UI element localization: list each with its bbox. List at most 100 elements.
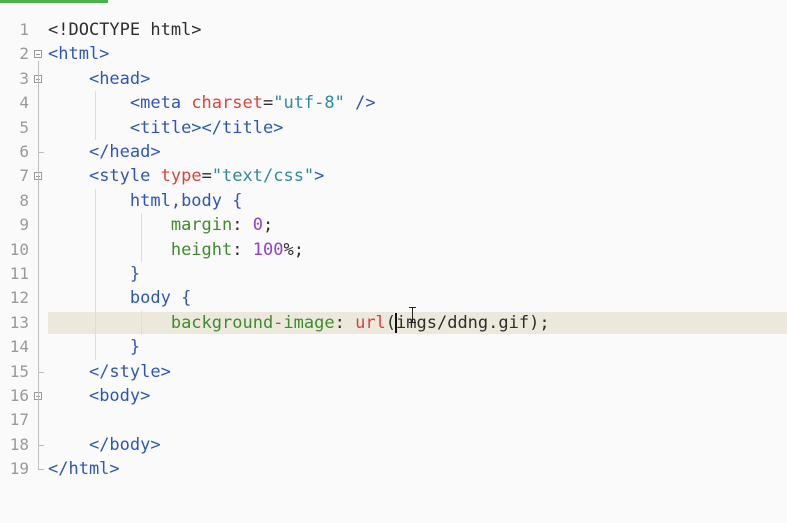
code-line[interactable]: 16 <body>: [0, 384, 787, 408]
code-token: <body>: [88, 386, 151, 406]
code-line[interactable]: 17: [0, 408, 787, 432]
code-token: ;: [262, 215, 274, 236]
code-text[interactable]: <html>: [48, 42, 109, 66]
code-token: >: [314, 166, 325, 187]
code-line[interactable]: 2 <html>: [0, 42, 787, 66]
indent-guide: [141, 310, 143, 336]
indent-guide: [141, 213, 143, 262]
line-number: 19: [9, 459, 29, 479]
code-line[interactable]: 12 body {: [0, 286, 787, 310]
code-text[interactable]: <head>: [48, 67, 150, 91]
indent-guide: [95, 188, 97, 360]
code-line[interactable]: 8 html,body {: [0, 189, 787, 213]
code-editor[interactable]: 1 <!DOCTYPE html> 2 <html> 3 <head> 4 <meta c…: [0, 0, 787, 523]
code-text[interactable]: </body>: [48, 433, 161, 457]
code-text[interactable]: margin: 0;: [48, 213, 273, 237]
line-number: 12: [9, 288, 29, 308]
code-line[interactable]: 9 margin: 0;: [0, 213, 787, 237]
indent-guide: [95, 91, 97, 140]
code-text[interactable]: </head>: [48, 140, 161, 164]
code-token: <meta: [129, 93, 192, 114]
code-token: </style>: [88, 361, 171, 382]
line-number: 8: [19, 190, 29, 210]
code-token: </html>: [48, 459, 120, 480]
code-line[interactable]: 1 <!DOCTYPE html>: [0, 18, 787, 42]
code-line[interactable]: 14 }: [0, 335, 787, 359]
code-token: <title></title>: [129, 117, 284, 138]
code-token: "text/css": [211, 166, 315, 187]
line-number: 6: [19, 142, 29, 161]
code-text[interactable]: height: 100%;: [48, 238, 304, 262]
code-text[interactable]: <body>: [48, 384, 150, 408]
code-text[interactable]: body {: [48, 286, 191, 310]
code-token: :: [334, 312, 356, 333]
code-token: <html>: [48, 44, 110, 65]
line-number: 4: [19, 93, 29, 113]
line-number: 3: [19, 68, 29, 88]
code-line[interactable]: 18 </body>: [0, 433, 787, 457]
line-number: 10: [9, 239, 29, 259]
code-token: margin: [170, 215, 233, 236]
code-token: %;: [283, 239, 304, 260]
line-number: 11: [9, 264, 29, 283]
code-line[interactable]: 5 <title></title>: [0, 116, 787, 140]
code-line[interactable]: 4 <meta charset="utf-8" />: [0, 91, 787, 115]
text-caret: [394, 312, 397, 333]
line-number: 1: [19, 20, 29, 39]
code-text[interactable]: </html>: [48, 457, 120, 481]
code-token: body {: [129, 288, 192, 309]
fold-region-line: [38, 85, 39, 153]
code-line[interactable]: 7 <style type="text/css">: [0, 164, 787, 188]
line-number: 9: [19, 215, 29, 235]
fold-region-line: [38, 182, 39, 372]
code-line[interactable]: 15 </style>: [0, 360, 787, 384]
code-text[interactable]: }: [48, 335, 140, 359]
code-text[interactable]: <style type="text/css">: [48, 164, 324, 188]
code-text[interactable]: </style>: [48, 360, 171, 384]
fold-region-end: [38, 371, 44, 373]
code-token: }: [129, 337, 141, 358]
fold-toggle-icon[interactable]: [34, 50, 42, 59]
code-token: height: [170, 239, 233, 260]
fold-region-end: [38, 445, 44, 446]
code-token: type: [160, 166, 202, 187]
code-token: />: [344, 93, 376, 114]
line-number: 15: [9, 361, 29, 381]
line-number: 16: [9, 386, 29, 405]
code-token: }: [129, 264, 141, 284]
code-text[interactable]: <meta charset="utf-8" />: [48, 91, 376, 115]
line-number: 18: [9, 434, 29, 454]
code-line[interactable]: 6 </head>: [0, 140, 787, 164]
code-text[interactable]: <!DOCTYPE html>: [48, 18, 202, 42]
code-token: charset: [191, 93, 263, 114]
code-token: <style: [88, 166, 161, 187]
code-text[interactable]: background-image: url(imgs/ddng.gif);: [48, 311, 550, 335]
line-number: 5: [19, 117, 29, 137]
code-text[interactable]: <title></title>: [48, 116, 284, 140]
code-line[interactable]: 19 </html>: [0, 457, 787, 481]
line-number: 14: [9, 337, 29, 357]
fold-region-end: [38, 152, 44, 154]
line-number: 13: [9, 312, 29, 332]
code-line[interactable]: 10 height: 100%;: [0, 238, 787, 262]
code-text[interactable]: html,body {: [48, 189, 243, 213]
code-text[interactable]: }: [48, 262, 140, 286]
code-line[interactable]: 13 background-image: url(imgs/ddng.gif);: [0, 311, 787, 335]
code-token: html,body {: [129, 190, 243, 211]
mouse-ibeam-cursor-icon: [408, 306, 417, 323]
code-line[interactable]: 3 <head>: [0, 67, 787, 91]
active-tab-indicator: [0, 0, 108, 3]
code-token: 100: [252, 239, 284, 260]
code-line[interactable]: 11 }: [0, 262, 787, 286]
